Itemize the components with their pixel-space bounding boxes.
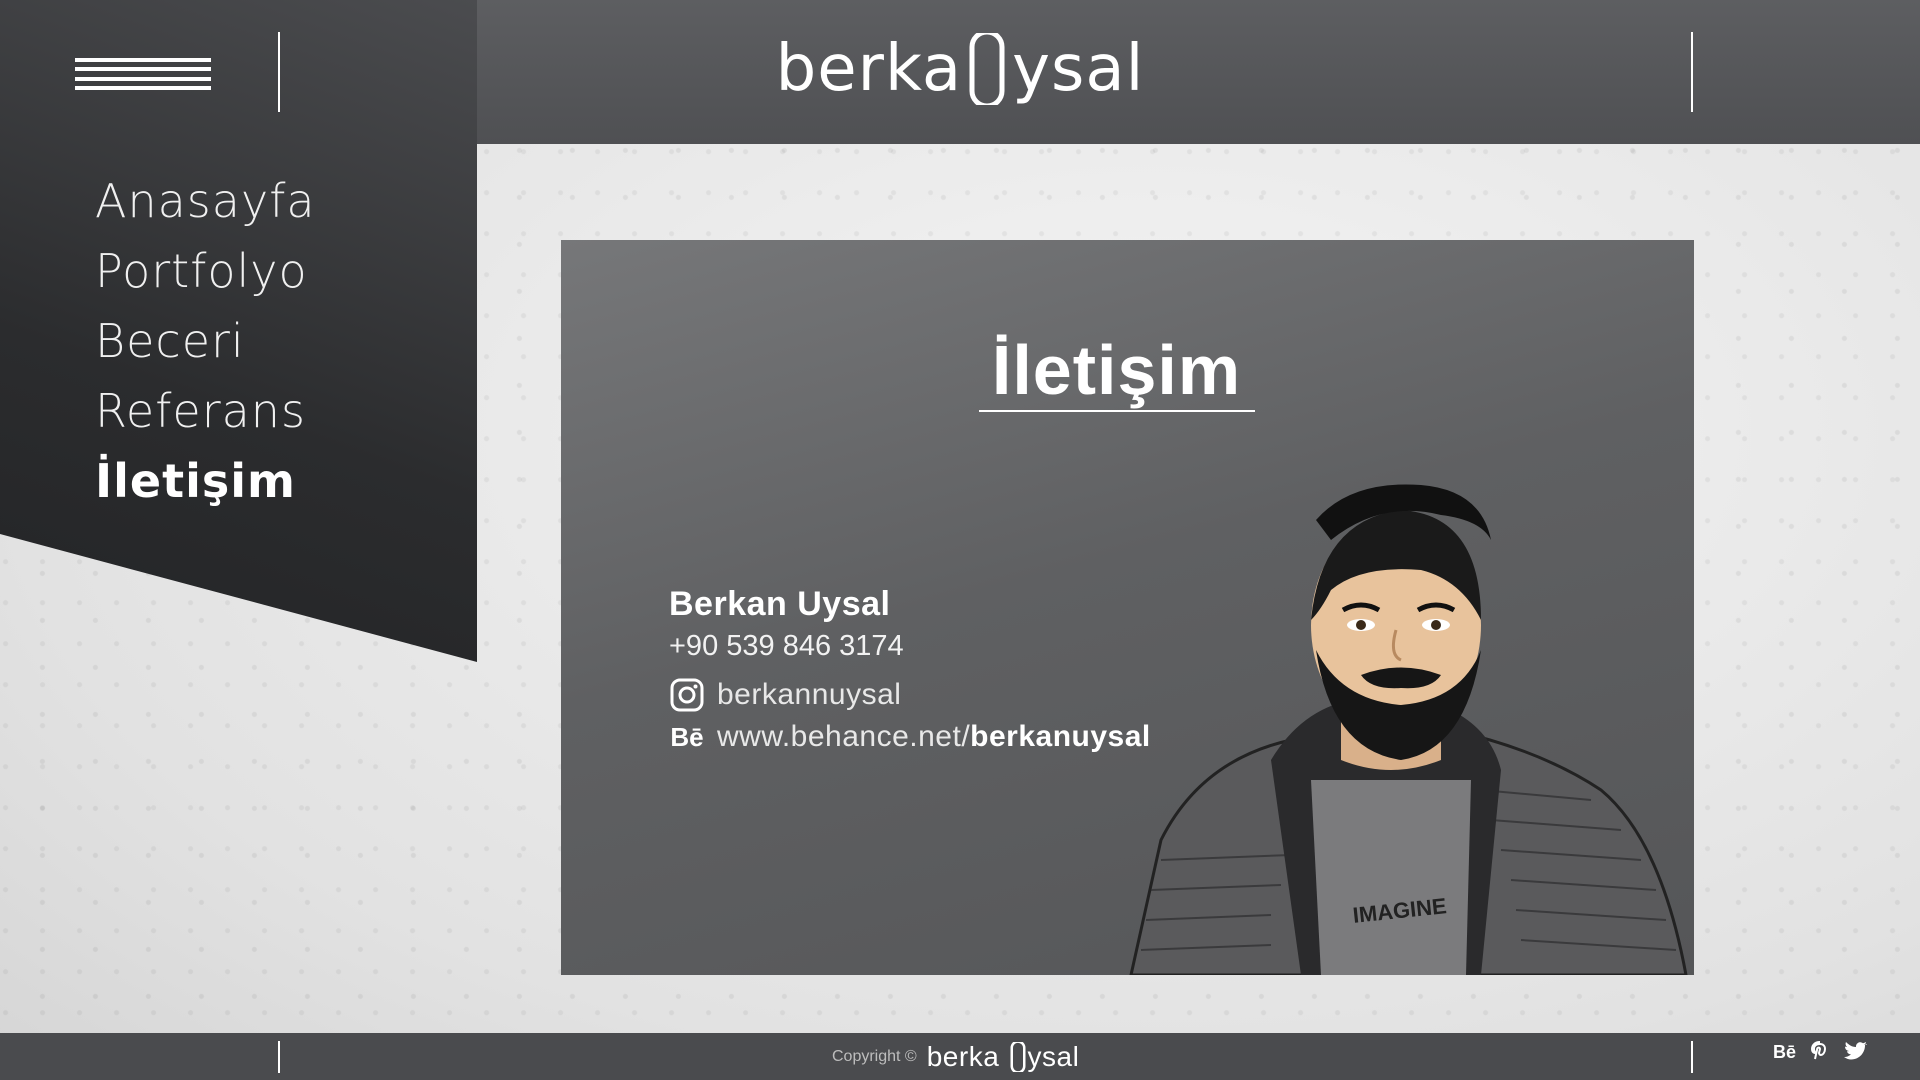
hamburger-menu-icon[interactable] <box>75 58 211 90</box>
behance-icon: Bē <box>670 721 704 752</box>
title-underline <box>979 410 1255 412</box>
pinterest-icon[interactable] <box>1810 1041 1830 1063</box>
footer-logo-right: ysal <box>1027 1040 1080 1072</box>
nav-item-iletisim[interactable]: İletişim <box>95 446 316 516</box>
footer-divider-left <box>278 1041 280 1073</box>
footer-logo[interactable]: berka ysal <box>926 1039 1080 1074</box>
footer-divider-right <box>1691 1041 1693 1073</box>
behance-row[interactable]: Bē www.behance.net/berkanuysal <box>669 719 1151 755</box>
contact-name: Berkan Uysal <box>669 585 891 623</box>
header-divider-right <box>1691 32 1693 112</box>
footer-logo-u-mark-icon <box>999 1039 1027 1074</box>
nav-item-anasayfa[interactable]: Anasayfa <box>95 166 316 236</box>
social-links: Bē <box>1773 1041 1868 1063</box>
footer: Copyright © berka ysal Bē <box>0 1033 1920 1080</box>
logo-text-right: ysal <box>1012 32 1145 106</box>
behance-url-prefix: www.behance.net/ <box>717 720 971 753</box>
copyright-label: Copyright © <box>832 1047 917 1065</box>
footer-logo-left: berka <box>926 1040 1000 1072</box>
page-title: İletişim <box>991 331 1242 409</box>
instagram-row[interactable]: berkannuysal <box>669 677 1151 713</box>
nav-item-beceri[interactable]: Beceri <box>95 306 316 376</box>
instagram-handle: berkannuysal <box>717 678 902 711</box>
contact-info: Berkan Uysal +90 539 846 3174 berkannuys… <box>669 585 1151 755</box>
nav-item-portfolyo[interactable]: Portfolyo <box>95 236 316 306</box>
twitter-icon[interactable] <box>1844 1042 1868 1062</box>
portrait-illustration: IMAGINE <box>1129 484 1688 975</box>
behance-url: www.behance.net/berkanuysal <box>717 720 1151 754</box>
contact-phone[interactable]: +90 539 846 3174 <box>669 630 1151 663</box>
main-navigation: Anasayfa Portfolyo Beceri Referans İleti… <box>95 166 316 516</box>
contact-card: İletişim Berkan Uysal +90 539 846 3174 b… <box>561 240 1694 975</box>
logo-text-left: berka <box>775 32 963 106</box>
copyright: Copyright © berka ysal <box>832 1033 1079 1080</box>
behance-icon[interactable]: Bē <box>1773 1042 1796 1063</box>
site-logo[interactable]: berka ysal <box>776 24 1143 114</box>
logo-u-mark-icon <box>964 29 1010 109</box>
nav-item-referans[interactable]: Referans <box>95 376 316 446</box>
instagram-icon <box>669 677 705 713</box>
header-divider-left <box>278 32 280 112</box>
